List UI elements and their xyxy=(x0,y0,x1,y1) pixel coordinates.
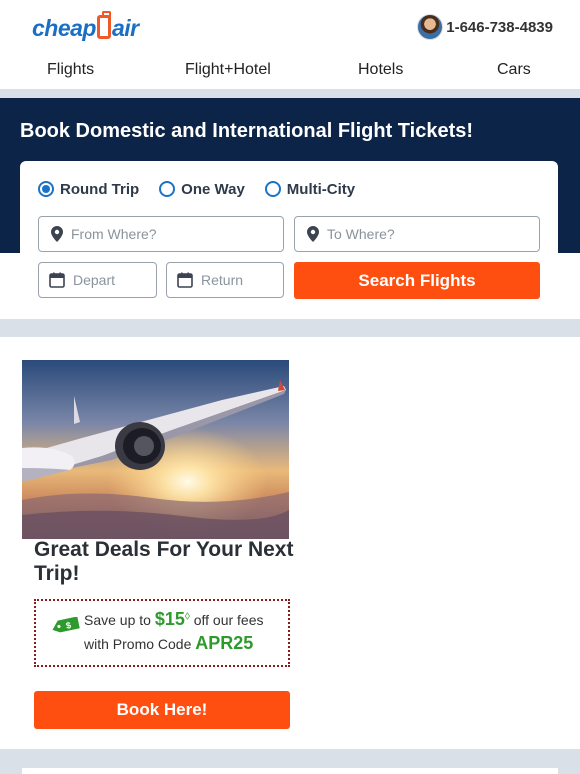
agent-avatar-icon xyxy=(417,14,444,40)
trip-type-one-way[interactable]: One Way xyxy=(159,181,245,198)
nav-flights[interactable]: Flights xyxy=(47,61,94,79)
logo-text-left: cheap xyxy=(32,15,96,41)
promo-prefix: Save up to xyxy=(84,612,151,628)
from-field[interactable] xyxy=(38,216,284,252)
trip-type-multi-city[interactable]: Multi-City xyxy=(264,180,356,198)
calendar-icon xyxy=(177,272,193,288)
radio-unselected-icon[interactable] xyxy=(264,181,281,197)
divider-band xyxy=(0,319,580,337)
nav-hotels[interactable]: Hotels xyxy=(358,61,403,79)
cheapoair-logo[interactable]: cheap air xyxy=(32,11,139,42)
nav-cars[interactable]: Cars xyxy=(497,61,531,79)
calendar-icon xyxy=(49,272,65,288)
search-flights-button[interactable]: Search Flights xyxy=(294,262,540,299)
promo-code-prefix: with Promo Code xyxy=(84,636,192,652)
promo-line-2: with Promo Code APR25 xyxy=(84,633,253,654)
flight-search-form: Round Trip One Way Multi-City From Where… xyxy=(20,161,558,311)
price-tag-icon: $ xyxy=(52,617,80,633)
logo-text-right: air xyxy=(111,15,139,41)
main-nav: Flights Flight+Hotel Hotels Cars xyxy=(0,52,580,89)
hero-title: Book Domestic and International Flight T… xyxy=(20,120,474,142)
phone-contact[interactable]: 1-646-738-4839 xyxy=(417,14,553,40)
location-pin-icon xyxy=(307,226,319,242)
promo-amount: $15 xyxy=(154,609,185,629)
promo-suffix: off our fees xyxy=(193,612,264,628)
from-input[interactable] xyxy=(71,217,283,251)
return-input[interactable] xyxy=(201,263,283,297)
phone-number[interactable]: 1-646-738-4839 xyxy=(446,19,553,36)
return-field[interactable] xyxy=(166,262,284,298)
next-section-card xyxy=(22,768,558,774)
airplane-sunset-illustration xyxy=(22,360,289,539)
promo-box: $ Save up to $15◊ off our fees with Prom… xyxy=(34,599,290,667)
promo-code: APR25 xyxy=(195,633,254,653)
trip-type-label: Round Trip xyxy=(60,180,140,198)
airplane-wing-image xyxy=(22,360,289,539)
trip-type-label: One Way xyxy=(181,180,245,198)
to-input[interactable] xyxy=(327,217,539,251)
deal-title: Great Deals For Your Next Trip! xyxy=(34,538,294,585)
depart-input[interactable] xyxy=(73,263,156,297)
suitcase-icon xyxy=(96,11,111,39)
page: cheap air 1-646-738-4839 Flights Flight+… xyxy=(0,0,580,774)
promo-line-1: Save up to $15◊ off our fees xyxy=(84,609,264,630)
promo-mark: ◊ xyxy=(184,611,190,623)
to-field[interactable] xyxy=(294,216,540,252)
radio-selected-icon[interactable] xyxy=(38,181,54,197)
depart-field[interactable] xyxy=(38,262,157,298)
divider-band xyxy=(0,89,580,98)
trip-type-round-trip[interactable]: Round Trip xyxy=(38,181,139,198)
header: cheap air 1-646-738-4839 xyxy=(0,0,580,52)
radio-unselected-icon[interactable] xyxy=(159,181,176,197)
nav-flight-hotel[interactable]: Flight+Hotel xyxy=(185,61,271,79)
book-here-button[interactable]: Book Here! xyxy=(34,691,290,729)
trip-type-label: Multi-City xyxy=(286,180,356,198)
location-pin-icon xyxy=(51,226,63,242)
trip-type-selector: Round Trip One Way Multi-City xyxy=(38,179,375,199)
